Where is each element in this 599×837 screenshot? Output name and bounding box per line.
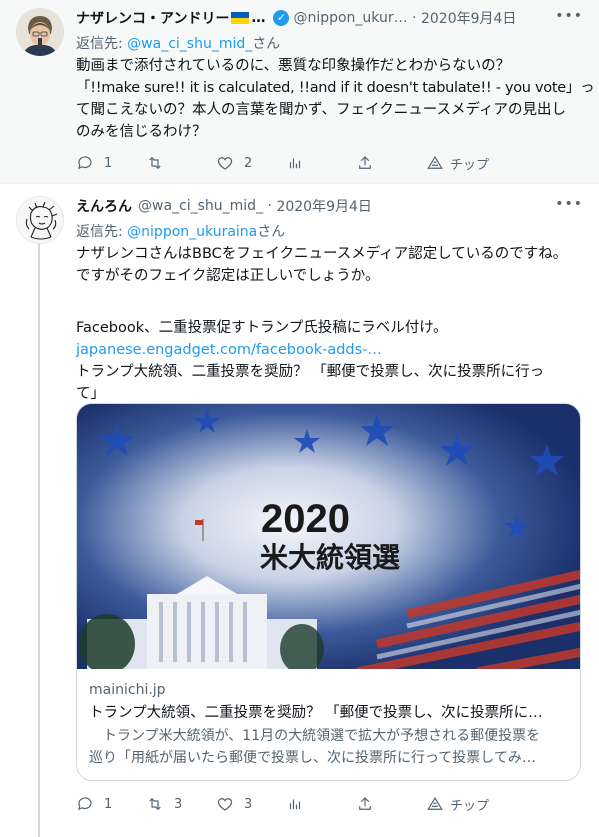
- retweet-count: 3: [174, 796, 183, 812]
- tweet-text: 動画まで添付されているのに、悪質な印象操作だとわからないの？ 「!!make s…: [76, 55, 595, 143]
- reply-to: 返信先: @nippon_ukurainaさん: [76, 224, 286, 240]
- tip-icon: [427, 155, 443, 169]
- retweet-icon: [149, 797, 161, 811]
- retweet-button[interactable]: [146, 154, 216, 172]
- more-icon[interactable]: •••: [555, 8, 583, 24]
- analytics-icon: [289, 799, 301, 810]
- tweet-text-line: て聞こえないの？本人の言葉を聞かず、フェイクニュースメディアの見出し: [76, 102, 566, 118]
- tip-button[interactable]: チップ: [426, 154, 496, 173]
- heart-icon: [217, 157, 233, 170]
- action-bar: 1 2 チップ: [76, 153, 496, 173]
- avatar[interactable]: [16, 196, 64, 244]
- share-button[interactable]: [356, 154, 426, 172]
- share-icon: [359, 797, 371, 810]
- reply-icon: [78, 156, 92, 170]
- card-image-year: 2020: [261, 497, 350, 541]
- ukraine-flag-icon: [231, 12, 250, 24]
- tip-label: チップ: [450, 157, 490, 173]
- like-button[interactable]: 3: [216, 795, 286, 813]
- more-icon[interactable]: •••: [555, 196, 583, 212]
- tweet-text-line: のみを信じるわけ？: [76, 124, 207, 140]
- retweet-icon: [149, 156, 161, 170]
- link-preview-card[interactable]: 2020 米大統領選 mainichi.jp トランプ大統領、二重投票を奨励？ …: [76, 403, 581, 781]
- tweet-text: ナザレンコさんはBBCをフェイクニュースメディア認定しているのですね。 ですがそ…: [76, 243, 581, 405]
- like-button[interactable]: 2: [216, 154, 286, 172]
- tweet-header: ナザレンコ・アンドリー … ✓ @nippon_ukur… · 2020年9月4…: [76, 8, 517, 28]
- tip-label: チップ: [450, 798, 490, 814]
- tweet-date[interactable]: 2020年9月4日: [276, 196, 371, 216]
- author-handle[interactable]: @wa_ci_shu_mid_: [138, 198, 263, 214]
- tip-icon: [427, 796, 443, 810]
- separator-dot: ·: [263, 198, 277, 214]
- tweet-header: えんろん @wa_ci_shu_mid_ · 2020年9月4日: [76, 196, 583, 216]
- verified-badge-icon: ✓: [273, 10, 290, 26]
- tweet-text-line: 「!!make sure!! it is calculated, !!and i…: [76, 80, 595, 96]
- tweet-text-line: 動画まで添付されているのに、悪質な印象操作だとわからないの？: [76, 58, 511, 74]
- tweet-text-line: Facebook、二重投票促すトランプ氏投稿にラベル付け。: [76, 320, 448, 336]
- author-name[interactable]: ナザレンコ・アンドリー: [76, 8, 229, 28]
- like-count: 2: [244, 155, 253, 171]
- reply-button[interactable]: 1: [76, 154, 146, 172]
- card-description-line: 巡り「用紙が届いたら郵便で投票し、次に投票所に行って投票してみ…: [89, 750, 536, 766]
- tweet-1[interactable]: ナザレンコ・アンドリー … ✓ @nippon_ukur… · 2020年9月4…: [0, 0, 599, 184]
- share-icon: [359, 156, 371, 169]
- card-domain: mainichi.jp: [89, 682, 166, 698]
- card-title: トランプ大統領、二重投票を奨励？ 「郵便で投票し、次に投票所に…: [89, 705, 543, 721]
- separator-dot: ·: [407, 10, 421, 26]
- avatar[interactable]: [16, 8, 64, 56]
- reply-to-mention[interactable]: @nippon_ukuraina: [127, 224, 257, 240]
- reply-to: 返信先: @wa_ci_shu_mid_さん: [76, 36, 281, 52]
- card-image[interactable]: 2020 米大統領選: [77, 404, 580, 677]
- retweet-button[interactable]: 3: [146, 795, 216, 813]
- like-count: 3: [244, 796, 253, 812]
- tweet-text-line: [76, 287, 581, 309]
- heart-icon: [217, 798, 233, 811]
- tweet-text-line: ですがそのフェイク認定は正しいでしょうか。: [76, 268, 380, 284]
- tweet-text-line: ナザレンコさんはBBCをフェイクニュースメディア認定しているのですね。: [76, 246, 568, 262]
- reply-button[interactable]: 1: [76, 795, 146, 813]
- reply-count: 1: [104, 796, 113, 812]
- share-button[interactable]: [356, 795, 426, 813]
- author-handle[interactable]: @nippon_ukur…: [293, 10, 407, 26]
- tweet-text-line: トランプ大統領、二重投票を奨励？ 「郵便で投票し、次に投票所に行っ: [76, 364, 545, 380]
- reply-count: 1: [104, 155, 113, 171]
- action-bar: 1 3 3 チップ: [76, 794, 496, 814]
- card-description-line: トランプ米大統領が、11月の大統領選で拡大が予想される郵便投票を: [89, 728, 541, 744]
- card-image-title: 米大統領選: [260, 541, 400, 574]
- author-name[interactable]: えんろん: [76, 196, 132, 216]
- card-description: トランプ米大統領が、11月の大統領選で拡大が予想される郵便投票を 巡り「用紙が届…: [89, 725, 568, 769]
- views-button[interactable]: [286, 154, 356, 172]
- reply-icon: [78, 797, 92, 811]
- tip-button[interactable]: チップ: [426, 795, 496, 814]
- analytics-icon: [289, 158, 301, 169]
- tweet-text-line: て」: [76, 386, 105, 402]
- reply-to-mention[interactable]: @wa_ci_shu_mid_: [127, 36, 252, 52]
- tweet-link[interactable]: japanese.engadget.com/facebook-adds-…: [76, 339, 581, 361]
- views-button[interactable]: [286, 795, 356, 813]
- tweet-date[interactable]: 2020年9月4日: [421, 8, 516, 28]
- card-meta: mainichi.jp トランプ大統領、二重投票を奨励？ 「郵便で投票し、次に投…: [89, 680, 568, 769]
